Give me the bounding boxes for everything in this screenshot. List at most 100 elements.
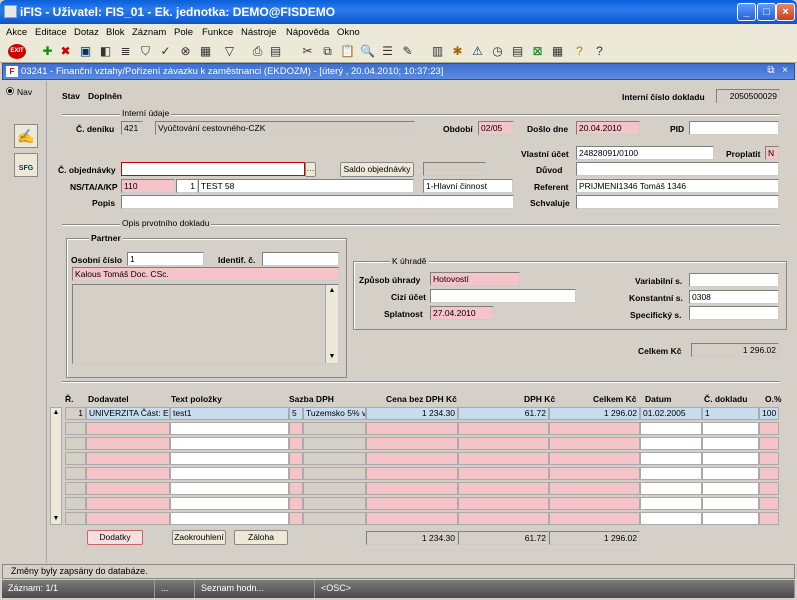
table-cell[interactable] bbox=[170, 512, 289, 525]
table-cell[interactable] bbox=[366, 437, 458, 450]
cell-doklad[interactable]: 1 bbox=[702, 407, 759, 420]
copy-icon[interactable]: ⧉ bbox=[320, 44, 335, 59]
specificky-field[interactable] bbox=[689, 306, 779, 320]
pid-field[interactable] bbox=[689, 121, 779, 135]
filter-check-icon[interactable]: ✓ bbox=[158, 44, 173, 59]
nav-radio[interactable] bbox=[6, 87, 14, 95]
obdobi-field[interactable]: 02/05 bbox=[478, 121, 514, 135]
zaloha-button[interactable]: Záloha bbox=[234, 530, 288, 545]
table-cell[interactable] bbox=[303, 437, 366, 450]
table-cell[interactable] bbox=[759, 497, 779, 510]
table-cell[interactable] bbox=[458, 467, 549, 480]
table-cell[interactable] bbox=[458, 512, 549, 525]
scroll-down-icon[interactable]: ▼ bbox=[326, 351, 338, 363]
schvaluje-field[interactable] bbox=[576, 195, 779, 209]
table-cell[interactable] bbox=[458, 497, 549, 510]
table-cell[interactable] bbox=[303, 497, 366, 510]
table-cell[interactable] bbox=[702, 497, 759, 510]
cell-sazba-code[interactable]: 5 bbox=[289, 407, 303, 420]
table-cell[interactable] bbox=[640, 422, 702, 435]
objednavky-lov-button[interactable]: … bbox=[305, 162, 316, 177]
save-icon[interactable]: ▣ bbox=[78, 44, 93, 59]
table-cell[interactable] bbox=[65, 497, 86, 510]
minimize-button[interactable]: _ bbox=[737, 3, 756, 21]
table-cell[interactable] bbox=[759, 512, 779, 525]
excel-icon[interactable]: ⊠ bbox=[530, 44, 545, 59]
maximize-button[interactable]: □ bbox=[757, 3, 776, 21]
zaokrouhleni-button[interactable]: Zaokrouhlení bbox=[172, 530, 226, 545]
table-cell[interactable] bbox=[289, 512, 303, 525]
cislo-deniku-code[interactable]: 421 bbox=[121, 121, 143, 135]
print-icon[interactable]: ⎙ bbox=[250, 44, 265, 59]
scroll-up-icon[interactable]: ▲ bbox=[326, 285, 338, 297]
table-cell[interactable] bbox=[549, 422, 640, 435]
table-cell[interactable] bbox=[759, 422, 779, 435]
table-cell[interactable] bbox=[303, 452, 366, 465]
funnel-icon[interactable]: ▽ bbox=[222, 44, 237, 59]
table-cell[interactable] bbox=[366, 452, 458, 465]
doslo-dne-field[interactable]: 20.04.2010 bbox=[576, 121, 640, 135]
table-cell[interactable] bbox=[549, 512, 640, 525]
menu-funkce[interactable]: Funkce bbox=[202, 27, 233, 38]
table-cell[interactable] bbox=[366, 467, 458, 480]
dodatky-button[interactable]: Dodatky bbox=[87, 530, 143, 545]
table-cell[interactable] bbox=[366, 482, 458, 495]
table-cell[interactable] bbox=[640, 512, 702, 525]
table-cell[interactable] bbox=[366, 422, 458, 435]
table-cell[interactable] bbox=[86, 437, 170, 450]
table-cell[interactable] bbox=[65, 422, 86, 435]
kp-field[interactable]: 1-Hlavní činnost bbox=[423, 179, 513, 193]
splatnost-field[interactable]: 27.04.2010 bbox=[430, 306, 494, 320]
calculator-icon[interactable]: ▦ bbox=[198, 44, 213, 59]
table-cell[interactable] bbox=[759, 482, 779, 495]
list-icon[interactable]: ☰ bbox=[380, 44, 395, 59]
table-cell[interactable] bbox=[303, 422, 366, 435]
referent-field[interactable]: PRIJMENI1346 Tomáš 1346 bbox=[576, 179, 779, 193]
table-cell[interactable] bbox=[458, 422, 549, 435]
table-cell[interactable] bbox=[86, 452, 170, 465]
table-cell[interactable] bbox=[640, 497, 702, 510]
table-cell[interactable] bbox=[640, 482, 702, 495]
warning-icon[interactable]: ⚠ bbox=[470, 44, 485, 59]
table-cell[interactable] bbox=[170, 452, 289, 465]
table-cell[interactable] bbox=[289, 422, 303, 435]
osobni-cislo-field[interactable]: 1 bbox=[127, 252, 204, 266]
table-cell[interactable] bbox=[458, 437, 549, 450]
table-cell[interactable] bbox=[549, 467, 640, 480]
menu-pole[interactable]: Pole bbox=[174, 27, 193, 38]
table-cell[interactable] bbox=[170, 482, 289, 495]
table-cell[interactable] bbox=[759, 452, 779, 465]
table-scrollbar[interactable]: ▲ ▼ bbox=[50, 407, 62, 525]
ta-field[interactable]: 1 bbox=[176, 179, 198, 193]
zpusob-field[interactable]: Hotovostí bbox=[430, 272, 520, 286]
table-cell[interactable] bbox=[366, 512, 458, 525]
identif-field[interactable] bbox=[262, 252, 339, 266]
close-button[interactable]: × bbox=[776, 3, 795, 21]
proplatit-field[interactable]: N bbox=[765, 146, 779, 160]
table-cell[interactable] bbox=[549, 497, 640, 510]
table-cell[interactable] bbox=[549, 437, 640, 450]
page-icon[interactable]: ▤ bbox=[268, 44, 283, 59]
delete-record-icon[interactable]: ✖ bbox=[58, 44, 73, 59]
objednavky-field[interactable] bbox=[121, 162, 305, 176]
table-cell[interactable] bbox=[303, 512, 366, 525]
table-cell[interactable] bbox=[86, 512, 170, 525]
table-cell[interactable] bbox=[170, 497, 289, 510]
scroll-down-icon[interactable]: ▼ bbox=[51, 514, 61, 524]
duvod-field[interactable] bbox=[576, 162, 779, 176]
export-icon[interactable]: ▦ bbox=[550, 44, 565, 59]
table-cell[interactable] bbox=[289, 497, 303, 510]
cut-icon[interactable]: ✂ bbox=[300, 44, 315, 59]
menu-zaznam[interactable]: Záznam bbox=[132, 27, 166, 38]
calendar-icon[interactable]: ▥ bbox=[430, 44, 445, 59]
search-icon[interactable]: 🔍 bbox=[360, 44, 375, 59]
table-cell[interactable] bbox=[86, 497, 170, 510]
table-cell[interactable] bbox=[170, 422, 289, 435]
table-cell[interactable] bbox=[65, 482, 86, 495]
table-cell[interactable] bbox=[549, 482, 640, 495]
scroll-up-icon[interactable]: ▲ bbox=[51, 408, 61, 418]
menu-dotaz[interactable]: Dotaz bbox=[74, 27, 99, 38]
cell-celkem[interactable]: 1 296.02 bbox=[549, 407, 640, 420]
insert-record-icon[interactable]: ✚ bbox=[40, 44, 55, 59]
cell-dph[interactable]: 61.72 bbox=[458, 407, 549, 420]
